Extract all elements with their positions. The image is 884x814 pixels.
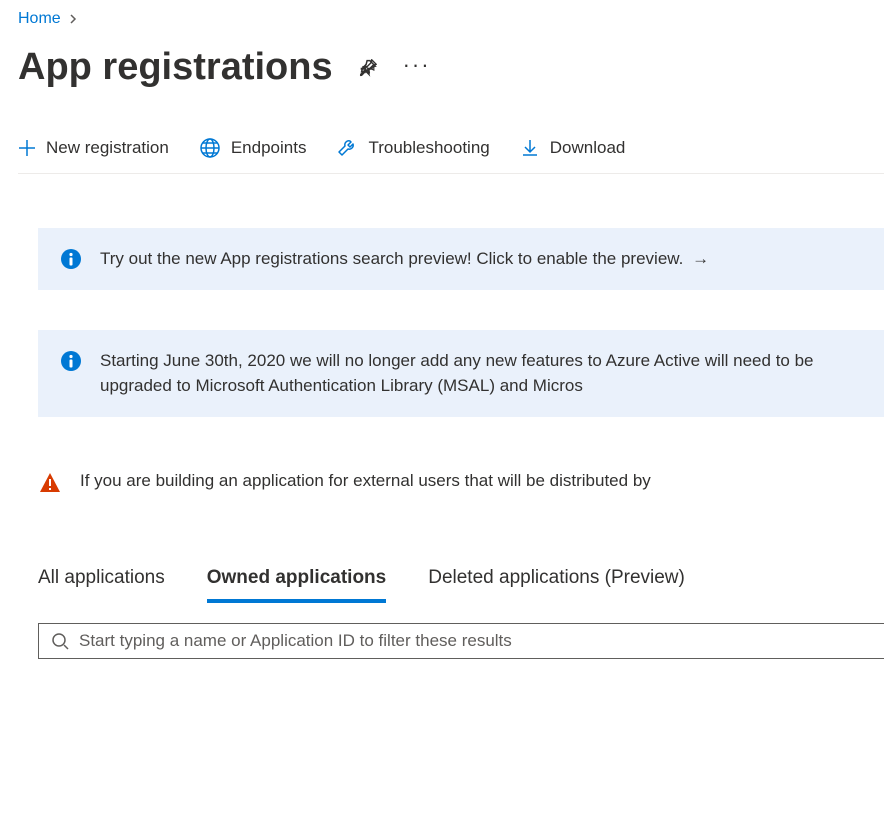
warning-row: If you are building an application for e… [38, 471, 884, 495]
new-registration-button[interactable]: New registration [18, 138, 169, 158]
breadcrumb-home-link[interactable]: Home [18, 10, 61, 28]
toolbar-label: Download [550, 138, 626, 158]
info-banner-preview[interactable]: Try out the new App registrations search… [38, 228, 884, 290]
tab-owned-applications[interactable]: Owned applications [207, 567, 386, 603]
banner-text-content: Try out the new App registrations search… [100, 249, 683, 268]
breadcrumb: Home [18, 10, 884, 28]
troubleshooting-button[interactable]: Troubleshooting [336, 137, 489, 159]
info-icon [60, 350, 82, 372]
more-icon[interactable]: ··· [403, 54, 431, 76]
tab-deleted-applications[interactable]: Deleted applications (Preview) [428, 567, 685, 603]
endpoints-button[interactable]: Endpoints [199, 137, 307, 159]
wrench-icon [336, 137, 358, 159]
warning-text: If you are building an application for e… [80, 471, 651, 491]
search-input[interactable] [79, 631, 884, 651]
tabs: All applications Owned applications Dele… [38, 567, 884, 603]
banner-text: Starting June 30th, 2020 we will no long… [100, 348, 862, 399]
warning-icon [38, 471, 62, 495]
download-button[interactable]: Download [520, 138, 626, 158]
page-header: App registrations ··· [18, 46, 884, 89]
search-icon [51, 632, 69, 650]
download-icon [520, 138, 540, 158]
toolbar-label: Endpoints [231, 138, 307, 158]
banner-text: Try out the new App registrations search… [100, 246, 709, 272]
page-title: App registrations [18, 46, 333, 89]
toolbar: New registration Endpoints Troubleshooti… [18, 137, 884, 174]
chevron-right-icon [69, 11, 79, 27]
tab-all-applications[interactable]: All applications [38, 567, 165, 603]
info-icon [60, 248, 82, 270]
toolbar-label: New registration [46, 138, 169, 158]
plus-icon [18, 139, 36, 157]
pin-icon[interactable] [357, 57, 379, 79]
arrow-right-icon: → [692, 249, 709, 268]
info-banner-deprecation: Starting June 30th, 2020 we will no long… [38, 330, 884, 417]
search-box[interactable] [38, 623, 884, 659]
globe-icon [199, 137, 221, 159]
toolbar-label: Troubleshooting [368, 138, 489, 158]
